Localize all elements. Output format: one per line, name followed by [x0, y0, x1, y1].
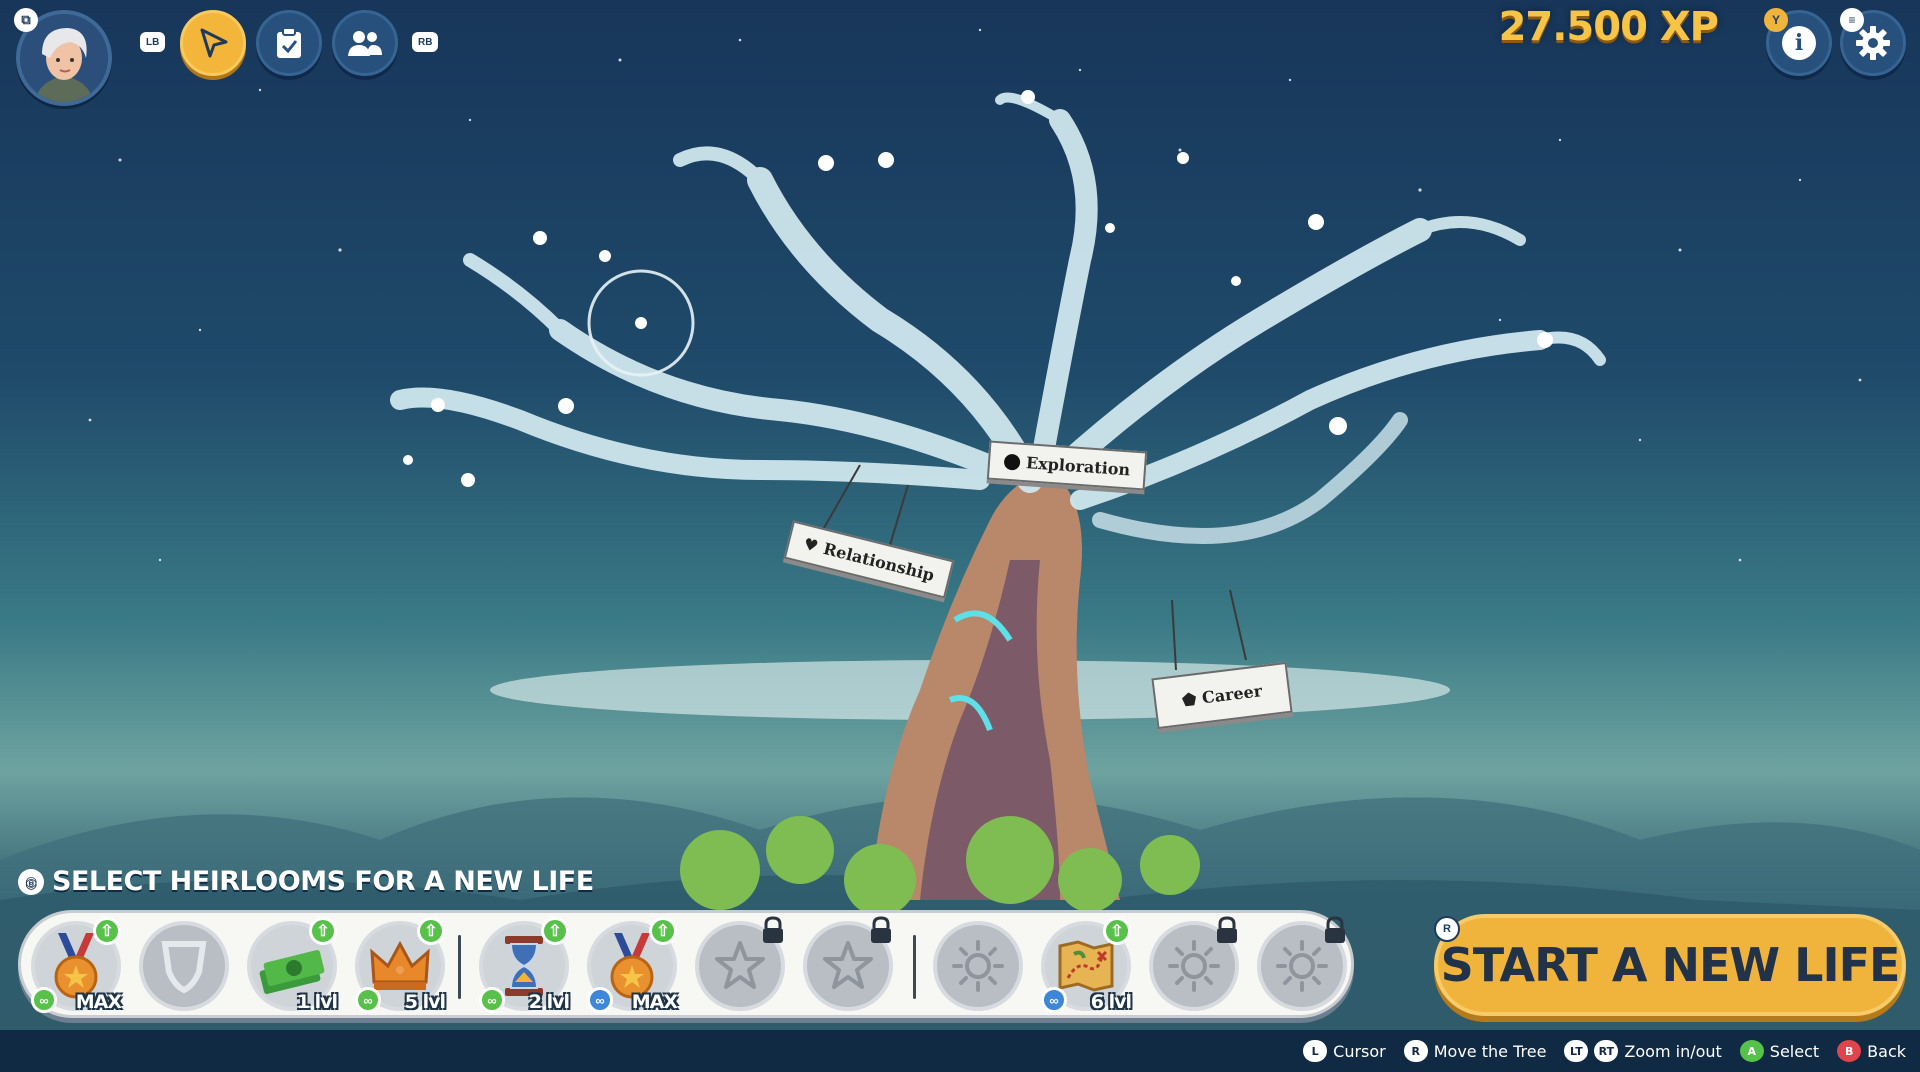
- b-button-icon: B: [1837, 1040, 1862, 1062]
- window-toggle-icon[interactable]: ⧉: [14, 8, 38, 32]
- lock-icon: [871, 916, 891, 943]
- upgrade-arrow-icon: ⇧: [541, 917, 569, 945]
- left-stick-icon: L: [1303, 1040, 1328, 1062]
- hint-zoom: LT RT Zoom in/out: [1564, 1040, 1722, 1062]
- link-icon: ∞: [1041, 987, 1067, 1013]
- lt-trigger-icon: LT: [1564, 1040, 1589, 1062]
- clipboard-check-icon: [277, 27, 301, 58]
- heirloom-slot[interactable]: ⇧ ∞ MAX: [587, 917, 678, 1013]
- heirloom-slot[interactable]: ⇧ ∞ 5 lvl: [355, 917, 446, 1013]
- crown-icon: [370, 940, 430, 990]
- y-button-hint: Y: [1764, 8, 1788, 32]
- slot-divider: [458, 935, 461, 999]
- r-stick-hint: R: [1434, 916, 1460, 942]
- hourglass-icon: [505, 936, 543, 996]
- cursor-arrow-icon: [200, 28, 228, 58]
- link-icon: ∞: [31, 987, 57, 1013]
- heirlooms-title: ◎ SELECT HEIRLOOMS FOR A NEW LIFE: [18, 866, 594, 897]
- heirloom-slot[interactable]: [139, 921, 229, 1011]
- upgrade-arrow-icon: ⇧: [1103, 917, 1131, 945]
- empty-shield-icon: [161, 941, 207, 994]
- heirloom-slot[interactable]: ⇧ ∞ 6 lvl: [1041, 917, 1132, 1013]
- right-stick-icon: R: [1403, 1040, 1428, 1062]
- sun-icon: [1276, 940, 1328, 992]
- rb-button-hint: RB: [412, 32, 439, 52]
- heirloom-slot-locked[interactable]: [1257, 916, 1347, 1011]
- heirloom-slots-bar: ⇧ ∞ MAX ⇧ 1 lvl ⇧ ∞ 5 lvl ⇧ ∞ 2 lvl ⇧ ∞ …: [18, 910, 1354, 1018]
- heirloom-slot-locked[interactable]: [803, 916, 893, 1011]
- cursor-reticle: [587, 269, 695, 377]
- heirloom-icon: ◎: [18, 868, 44, 895]
- info-icon: i: [1782, 26, 1816, 60]
- upgrade-arrow-icon: ⇧: [649, 917, 677, 945]
- star-icon: [715, 941, 765, 989]
- link-icon: ∞: [355, 987, 381, 1013]
- heirloom-slot[interactable]: ⇧ 1 lvl: [247, 917, 338, 1013]
- hint-cursor: L Cursor: [1303, 1040, 1386, 1062]
- gear-icon: [1856, 26, 1890, 60]
- cursor-tab[interactable]: [180, 10, 246, 76]
- rt-trigger-icon: RT: [1594, 1040, 1619, 1062]
- cash-stack-icon: [259, 949, 325, 994]
- lb-button-hint: LB: [140, 32, 166, 52]
- circle-icon: [1003, 453, 1021, 471]
- star-icon: [823, 941, 873, 989]
- treasure-map-icon: [1058, 940, 1114, 992]
- lock-icon: [1325, 916, 1345, 943]
- a-button-icon: A: [1739, 1040, 1764, 1062]
- pentagon-icon: ⬟: [1181, 689, 1198, 710]
- heirloom-slot-locked[interactable]: [1149, 916, 1239, 1011]
- people-icon: [348, 31, 382, 56]
- link-icon: ∞: [587, 987, 613, 1013]
- hint-move-tree: R Move the Tree: [1403, 1040, 1546, 1062]
- heirloom-slot[interactable]: ⇧ ∞ MAX: [31, 917, 122, 1013]
- menu-button-hint: ≡: [1840, 8, 1864, 32]
- heart-icon: ♥: [801, 534, 821, 556]
- family-tab[interactable]: [332, 10, 398, 76]
- controls-hint-bar: L Cursor R Move the Tree LT RT Zoom in/o…: [0, 1030, 1920, 1072]
- sun-icon: [952, 940, 1004, 992]
- link-icon: ∞: [479, 987, 505, 1013]
- upgrade-arrow-icon: ⇧: [93, 917, 121, 945]
- heirloom-slot[interactable]: ⇧ ∞ 2 lvl: [479, 917, 570, 1013]
- upgrade-arrow-icon: ⇧: [417, 917, 445, 945]
- start-new-life-button[interactable]: START A NEW LIFE: [1434, 914, 1906, 1016]
- lock-icon: [763, 916, 783, 943]
- slot-divider: [913, 935, 916, 999]
- heirloom-slot[interactable]: [933, 921, 1023, 1011]
- hint-back: B Back: [1837, 1040, 1906, 1062]
- hint-select: A Select: [1739, 1040, 1819, 1062]
- sun-icon: [1168, 940, 1220, 992]
- lock-icon: [1217, 916, 1237, 943]
- tasks-tab[interactable]: [256, 10, 322, 76]
- upgrade-arrow-icon: ⇧: [309, 917, 337, 945]
- heirloom-slot-locked[interactable]: [695, 916, 785, 1011]
- xp-counter: 27.500 XP: [1498, 4, 1719, 50]
